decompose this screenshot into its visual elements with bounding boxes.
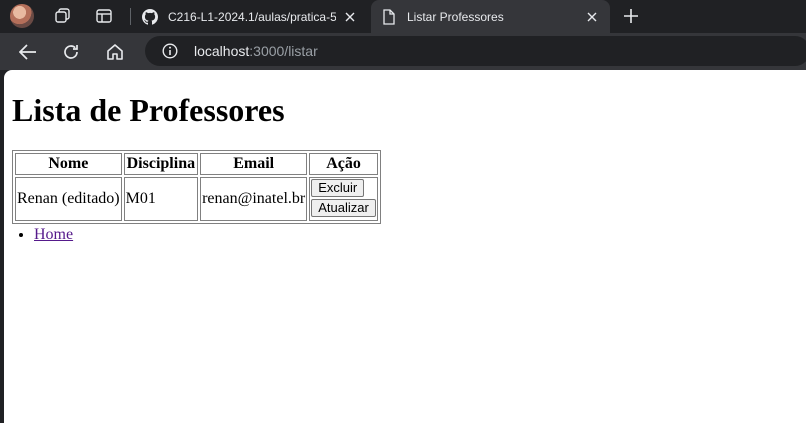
tab-listar-professores[interactable]: Listar Professores [371, 0, 610, 33]
tab-title: C216-L1-2024.1/aulas/pratica-5/ [168, 9, 336, 24]
professors-table: Nome Disciplina Email Ação Renan (editad… [12, 150, 381, 224]
cell-disciplina: M01 [123, 177, 199, 221]
close-tab-icon[interactable] [342, 9, 358, 25]
home-icon[interactable] [102, 39, 128, 65]
url-text: localhost:3000/listar [194, 43, 318, 59]
table-header-row: Nome Disciplina Email Ação [15, 153, 378, 175]
page-icon [381, 8, 397, 25]
browser-toolbar: localhost:3000/listar [0, 33, 806, 70]
table-row: Renan (editado) M01 renan@inatel.br Excl… [15, 177, 378, 221]
page-title: Lista de Professores [12, 92, 285, 128]
profile-avatar[interactable] [10, 4, 34, 28]
cell-email: renan@inatel.br [200, 177, 308, 221]
tab-actions-icon[interactable] [93, 5, 115, 27]
cell-nome: Renan (editado) [15, 177, 122, 221]
tab-title: Listar Professores [407, 9, 504, 24]
close-tab-icon[interactable] [584, 9, 600, 25]
workspaces-icon[interactable] [52, 5, 74, 27]
delete-button[interactable]: Excluir [311, 179, 365, 197]
nav-links: Home [12, 226, 73, 244]
new-tab-icon[interactable] [620, 5, 642, 27]
column-header-acao: Ação [309, 153, 378, 175]
tab-strip: C216-L1-2024.1/aulas/pratica-5/ Listar P… [0, 0, 806, 33]
back-icon[interactable] [15, 39, 41, 65]
page-viewport: Lista de Professores Nome Disciplina Ema… [4, 70, 806, 423]
site-info-icon[interactable] [162, 43, 178, 59]
column-header-disciplina: Disciplina [123, 153, 199, 175]
reload-icon[interactable] [58, 39, 84, 65]
url-host: localhost [194, 43, 250, 59]
tab-separator [130, 8, 131, 25]
list-item: Home [34, 226, 73, 244]
url-path: :3000/listar [249, 43, 318, 59]
home-link[interactable]: Home [34, 226, 73, 243]
column-header-nome: Nome [15, 153, 122, 175]
tab-github[interactable]: C216-L1-2024.1/aulas/pratica-5/ [132, 0, 368, 33]
column-header-email: Email [200, 153, 308, 175]
github-icon [142, 8, 158, 25]
cell-acao: Excluir Atualizar [309, 177, 378, 221]
update-button[interactable]: Atualizar [311, 199, 376, 217]
address-bar[interactable]: localhost:3000/listar [145, 36, 806, 66]
